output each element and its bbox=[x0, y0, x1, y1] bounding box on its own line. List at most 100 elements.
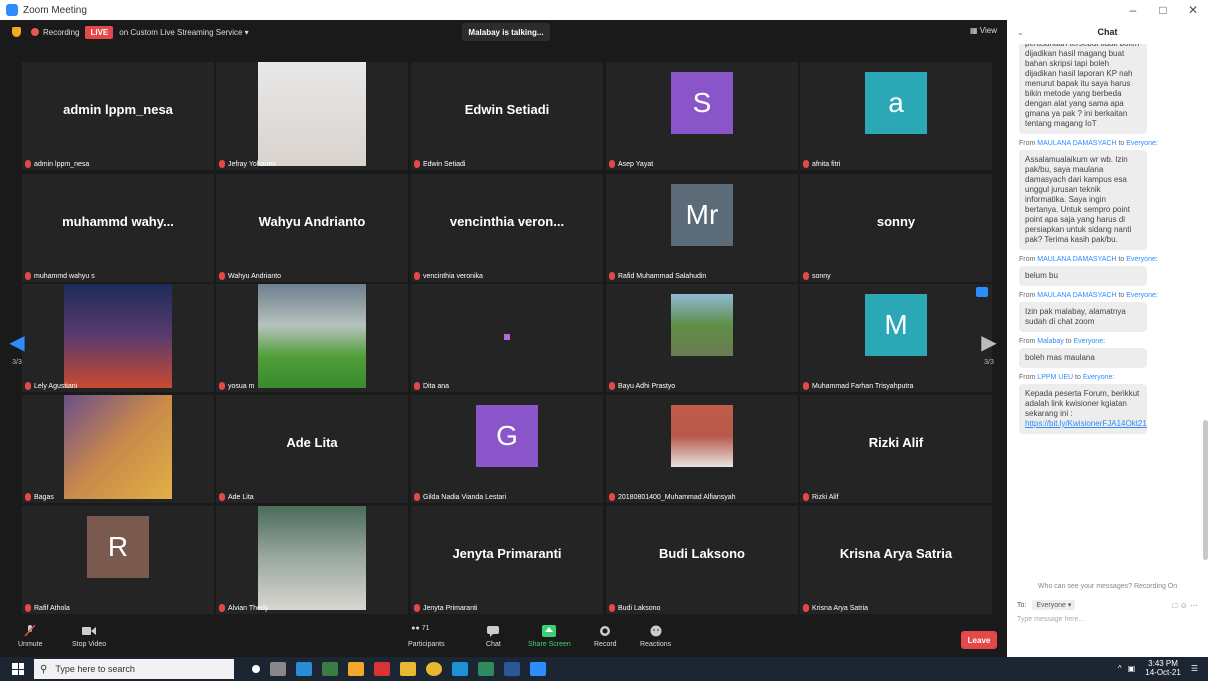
cortana-icon[interactable] bbox=[252, 665, 260, 673]
paint-icon[interactable] bbox=[348, 662, 364, 676]
participant-name: Dita ana bbox=[423, 382, 450, 390]
video-tile[interactable]: admin lppm_nesa admin lppm_nesa bbox=[22, 62, 214, 170]
word-icon[interactable] bbox=[504, 662, 520, 676]
message-link[interactable]: https://bit.ly/KwisionerFJA14Okt21 bbox=[1025, 419, 1147, 428]
sender-name: MAULANA DAMASYACH bbox=[1037, 140, 1117, 147]
windows-taskbar: ⚲ Type here to search ^ ▣ 3:43 PM 14-Oct… bbox=[0, 657, 1208, 681]
video-tile[interactable]: Mr Rafid Muhammad Salahudin bbox=[606, 174, 798, 282]
security-shield-icon[interactable] bbox=[12, 27, 21, 37]
unmute-button[interactable]: Unmute bbox=[18, 625, 43, 648]
video-tile[interactable]: G Gilda Nadia Vianda Lestari bbox=[411, 395, 603, 503]
tile-display-name: Krisna Arya Satria bbox=[839, 545, 953, 561]
video-tile[interactable]: Jenyta Primaranti Jenyta Primaranti bbox=[411, 506, 603, 614]
message-text: belum bu bbox=[1025, 271, 1058, 280]
opera-icon[interactable] bbox=[374, 662, 390, 676]
who-can-see-link[interactable]: Who can see your messages? Recording On bbox=[1007, 583, 1208, 590]
prev-page-arrow[interactable]: ◀ 3/3 bbox=[6, 330, 28, 390]
video-tile[interactable]: a afnita fitri bbox=[800, 62, 992, 170]
app-icon[interactable] bbox=[322, 662, 338, 676]
video-tile[interactable]: Krisna Arya Satria Krisna Arya Satria bbox=[800, 506, 992, 614]
chat-button[interactable]: Chat bbox=[486, 625, 501, 648]
video-tile[interactable]: Edwin Setiadi Edwin Setiadi bbox=[411, 62, 603, 170]
live-badge[interactable]: LIVE bbox=[85, 25, 114, 39]
task-view-icon[interactable] bbox=[270, 662, 286, 676]
tile-display-name: Budi Laksono bbox=[659, 545, 745, 561]
photos-icon[interactable] bbox=[478, 662, 494, 676]
video-tile[interactable]: Wahyu Andrianto Wahyu Andrianto bbox=[216, 174, 408, 282]
network-icon[interactable]: ▣ bbox=[1128, 664, 1136, 673]
video-tile[interactable]: Lely Agustiani bbox=[22, 284, 214, 392]
stop-video-button[interactable]: Stop Video bbox=[72, 625, 106, 648]
video-tile[interactable]: vencinthia veron... vencinthia veronika bbox=[411, 174, 603, 282]
chat-header: ⌄ Chat bbox=[1007, 20, 1208, 44]
chat-messages[interactable]: perusahaan tersebut tidak boleh dijadika… bbox=[1007, 44, 1202, 577]
minimize-button[interactable]: – bbox=[1118, 3, 1148, 17]
zoom-taskbar-icon[interactable] bbox=[530, 662, 546, 676]
clock-time: 3:43 PM bbox=[1148, 659, 1178, 668]
record-button[interactable]: Record bbox=[594, 625, 617, 648]
tray-chevron-icon[interactable]: ^ bbox=[1118, 664, 1122, 673]
video-tile[interactable]: S Asep Yayat bbox=[606, 62, 798, 170]
participant-label: Bagas bbox=[25, 493, 54, 501]
video-tile[interactable]: Jefray Yohanes bbox=[216, 62, 408, 170]
participant-name: admin lppm_nesa bbox=[34, 160, 90, 168]
reactions-button[interactable]: Reactions bbox=[640, 625, 671, 648]
chat-title: Chat bbox=[1097, 27, 1118, 37]
video-tile[interactable]: Dita ana bbox=[411, 284, 603, 392]
message-text: Assalamualaikum wr wb. Izin pak/bu, saya… bbox=[1025, 155, 1132, 244]
edge-icon[interactable] bbox=[452, 662, 468, 676]
sender-name: Malabay bbox=[1037, 338, 1064, 345]
leave-button[interactable]: Leave bbox=[961, 631, 997, 649]
mail-icon[interactable] bbox=[296, 662, 312, 676]
participant-label: Lely Agustiani bbox=[25, 382, 77, 390]
clock[interactable]: 3:43 PM 14-Oct-21 bbox=[1145, 659, 1181, 677]
file-and-more-icons[interactable]: □ ☺ ⋯ bbox=[1173, 601, 1198, 610]
participant-video bbox=[258, 506, 366, 610]
participant-label: 20180801400_Muhammad Alfiansyah bbox=[609, 493, 736, 501]
video-tile[interactable]: Bagas bbox=[22, 395, 214, 503]
to-word: to bbox=[1065, 338, 1072, 345]
taskbar-search-box[interactable]: ⚲ Type here to search bbox=[34, 659, 234, 679]
share-screen-icon bbox=[542, 625, 557, 637]
windows-start-icon[interactable] bbox=[12, 663, 24, 675]
participant-name: vencinthia veronika bbox=[423, 272, 483, 280]
video-tile[interactable]: sonny sonny bbox=[800, 174, 992, 282]
streaming-service-dropdown[interactable]: on Custom Live Streaming Service ▾ bbox=[119, 28, 248, 37]
next-page-arrow[interactable]: ▶ 3/3 bbox=[978, 330, 1000, 390]
chat-scrollbar[interactable] bbox=[1203, 420, 1208, 560]
message-bubble: Assalamualaikum wr wb. Izin pak/bu, saya… bbox=[1019, 150, 1147, 250]
participant-label: Bayu Adhi Prastyo bbox=[609, 382, 675, 390]
video-tile[interactable]: Bayu Adhi Prastyo bbox=[606, 284, 798, 392]
file-explorer-icon[interactable] bbox=[400, 662, 416, 676]
avatar: a bbox=[865, 72, 927, 134]
video-tile[interactable]: Rizki Alif Rizki Alif bbox=[800, 395, 992, 503]
maximize-button[interactable]: □ bbox=[1148, 3, 1178, 17]
video-tile[interactable]: 20180801400_Muhammad Alfiansyah bbox=[606, 395, 798, 503]
video-tile[interactable]: R Rafif Athola bbox=[22, 506, 214, 614]
share-screen-button[interactable]: Share Screen bbox=[528, 625, 571, 648]
message-bubble: Izin pak malabay, alamatnya sudah di cha… bbox=[1019, 302, 1147, 332]
video-tile[interactable]: Alvian Thedy bbox=[216, 506, 408, 614]
close-button[interactable]: ✕ bbox=[1178, 3, 1208, 17]
chrome-icon[interactable] bbox=[426, 662, 442, 676]
participant-name: Gilda Nadia Vianda Lestari bbox=[423, 493, 507, 501]
view-button[interactable]: ▦ View bbox=[970, 26, 997, 35]
video-tile[interactable]: Budi Laksono Budi Laksono bbox=[606, 506, 798, 614]
participant-label: Jenyta Primaranti bbox=[414, 604, 477, 612]
video-tile[interactable]: yosua m bbox=[216, 284, 408, 392]
notification-icon[interactable]: ☰ bbox=[1191, 664, 1198, 673]
more-options-icon[interactable] bbox=[976, 287, 988, 297]
recipient-dropdown[interactable]: Everyone ▾ bbox=[1032, 600, 1076, 610]
video-tile[interactable]: Ade Lita Ade Lita bbox=[216, 395, 408, 503]
avatar: Mr bbox=[671, 184, 733, 246]
mic-muted-icon bbox=[25, 272, 31, 280]
message-sender: From MAULANA DAMASYACH to Everyone: bbox=[1019, 140, 1158, 147]
participants-button[interactable]: ●● 71 Participants bbox=[408, 625, 445, 648]
recipient-name: Everyone bbox=[1126, 256, 1156, 263]
mic-muted-icon bbox=[25, 160, 31, 168]
video-tile[interactable]: M Muhammad Farhan Trisyahputra bbox=[800, 284, 992, 392]
video-tile[interactable]: muhammd wahy... muhammd wahyu s bbox=[22, 174, 214, 282]
message-input[interactable]: Type message here... bbox=[1017, 616, 1208, 623]
chevron-down-icon[interactable]: ⌄ bbox=[1017, 28, 1024, 37]
participants-count: 71 bbox=[421, 625, 430, 632]
